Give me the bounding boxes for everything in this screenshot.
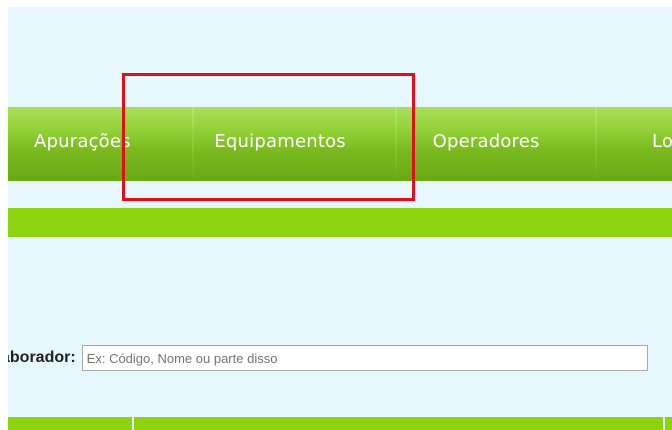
- nav-item-apuracoes[interactable]: Apurações: [8, 107, 192, 181]
- submenu-bar: [8, 208, 672, 237]
- table-column-separator: [132, 417, 134, 430]
- nav-item-operadores[interactable]: Operadores: [397, 107, 595, 181]
- nav-item-equipamentos[interactable]: Equipamentos: [194, 107, 394, 181]
- nav-item-lo[interactable]: Lo: [597, 107, 672, 181]
- search-row: aborador:: [8, 343, 648, 373]
- nav-item-label: Equipamentos: [214, 130, 346, 152]
- search-label: aborador:: [8, 349, 76, 366]
- search-input[interactable]: [81, 345, 648, 371]
- table-column-separator: [663, 417, 665, 430]
- nav-item-label: Operadores: [432, 130, 540, 152]
- nav-item-label: Lo: [651, 130, 672, 152]
- main-navigation-bar: Apurações Equipamentos Operadores Lo: [8, 107, 672, 181]
- nav-item-label: Apurações: [34, 130, 131, 152]
- table-header: [8, 417, 672, 430]
- page-content: Apurações Equipamentos Operadores Lo abo…: [8, 7, 672, 430]
